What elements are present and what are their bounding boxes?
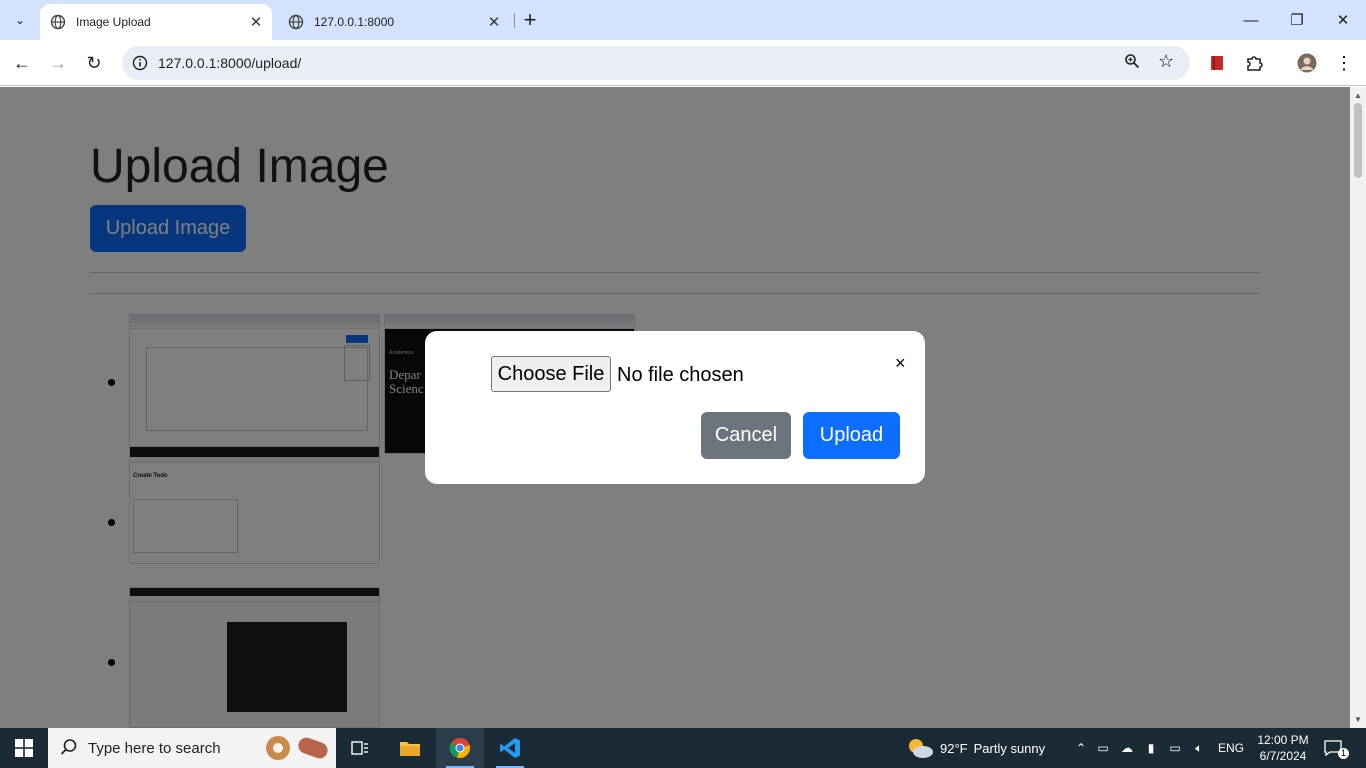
clock-time: 12:00 PM	[1257, 733, 1309, 747]
battery-icon[interactable]: ▮	[1139, 741, 1163, 755]
chrome-icon[interactable]	[436, 728, 484, 768]
vscode-icon[interactable]	[486, 728, 534, 768]
search-highlight-icon	[266, 736, 328, 760]
bookmark-star-icon[interactable]: ☆	[1158, 51, 1174, 72]
file-status-text: No file chosen	[617, 364, 744, 386]
tab-image-upload[interactable]: Image Upload ✕	[40, 4, 272, 40]
scrollbar-thumb[interactable]	[1354, 103, 1362, 178]
zoom-icon[interactable]	[1124, 53, 1140, 73]
clock[interactable]: 12:00 PM 6/7/2024	[1250, 732, 1316, 764]
close-icon[interactable]: ×	[895, 353, 906, 374]
network-icon[interactable]: ▭	[1163, 741, 1187, 755]
volume-icon[interactable]: 🔈︎	[1187, 741, 1211, 756]
new-tab-button[interactable]: +	[518, 7, 542, 32]
notification-badge: 1	[1338, 747, 1349, 759]
close-tab-icon[interactable]: ✕	[246, 12, 266, 32]
weather-temp: 92°F	[940, 740, 968, 756]
meet-now-icon[interactable]: ▭	[1091, 741, 1115, 755]
profile-avatar[interactable]	[1296, 52, 1318, 74]
page-viewport: Upload Image Upload Image Academics Depa…	[0, 87, 1350, 728]
back-button[interactable]: ←	[9, 50, 35, 76]
choose-file-button[interactable]: Choose File	[491, 356, 611, 392]
weather-widget[interactable]: 92°F Partly sunny	[906, 728, 1045, 768]
notifications-button[interactable]: 1	[1324, 728, 1349, 768]
upload-modal: Choose File No file chosen × Cancel Uplo…	[425, 331, 925, 484]
tab-localhost[interactable]: 127.0.0.1:8000 ✕	[278, 4, 510, 40]
minimize-button[interactable]: —	[1228, 0, 1274, 40]
extensions-puzzle-icon[interactable]	[1243, 52, 1265, 74]
taskbar-search[interactable]: Type here to search	[48, 728, 336, 768]
file-explorer-icon[interactable]	[386, 728, 434, 768]
reload-button[interactable]: ↻	[81, 50, 107, 76]
tab-title: 127.0.0.1:8000	[314, 15, 395, 29]
task-view-icon[interactable]	[336, 728, 384, 768]
extension-book-icon[interactable]	[1206, 52, 1228, 74]
globe-icon	[50, 14, 66, 30]
language-indicator[interactable]: ENG	[1218, 728, 1244, 768]
restore-button[interactable]: ❐	[1274, 0, 1320, 40]
onedrive-icon[interactable]: ☁	[1115, 741, 1139, 755]
site-info-icon[interactable]	[130, 53, 150, 73]
browser-toolbar: ← → ↻ 127.0.0.1:8000/upload/ ☆ ⋮	[0, 40, 1366, 86]
show-hidden-icons-icon[interactable]: ⌃	[1073, 741, 1089, 755]
weather-desc: Partly sunny	[973, 740, 1046, 756]
close-tab-icon[interactable]: ✕	[484, 12, 504, 32]
scroll-down-icon[interactable]: ▼	[1354, 715, 1362, 724]
cancel-button[interactable]: Cancel	[701, 412, 791, 459]
tab-separator	[514, 13, 515, 28]
close-window-button[interactable]: ✕	[1320, 0, 1366, 40]
search-placeholder: Type here to search	[88, 740, 221, 757]
globe-icon	[288, 14, 304, 30]
tab-title: Image Upload	[76, 15, 151, 29]
url-text[interactable]: 127.0.0.1:8000/upload/	[158, 55, 301, 71]
taskbar: Type here to search 92°F Partly sunny ⌃ …	[0, 728, 1366, 768]
chevron-down-icon: ⌄	[14, 13, 26, 27]
scroll-up-icon[interactable]: ▲	[1354, 91, 1362, 100]
clock-date: 6/7/2024	[1259, 749, 1307, 763]
tray-icons: ⌃ ▭ ☁ ▮ ▭ 🔈︎	[1073, 728, 1211, 768]
tab-search-button[interactable]: ⌄	[8, 8, 32, 32]
forward-button[interactable]: →	[45, 50, 71, 76]
partly-sunny-icon	[909, 739, 933, 758]
menu-kebab-icon[interactable]: ⋮	[1333, 52, 1355, 74]
tab-strip: ⌄ Image Upload ✕ 127.0.0.1:8000 ✕ + — ❐ …	[0, 0, 1366, 40]
start-button[interactable]	[0, 728, 48, 768]
page-scrollbar[interactable]: ▲ ▼	[1350, 87, 1366, 728]
address-bar[interactable]: 127.0.0.1:8000/upload/ ☆	[122, 46, 1190, 80]
windows-logo-icon	[15, 739, 33, 757]
search-icon	[60, 738, 78, 761]
upload-button[interactable]: Upload	[803, 412, 900, 459]
